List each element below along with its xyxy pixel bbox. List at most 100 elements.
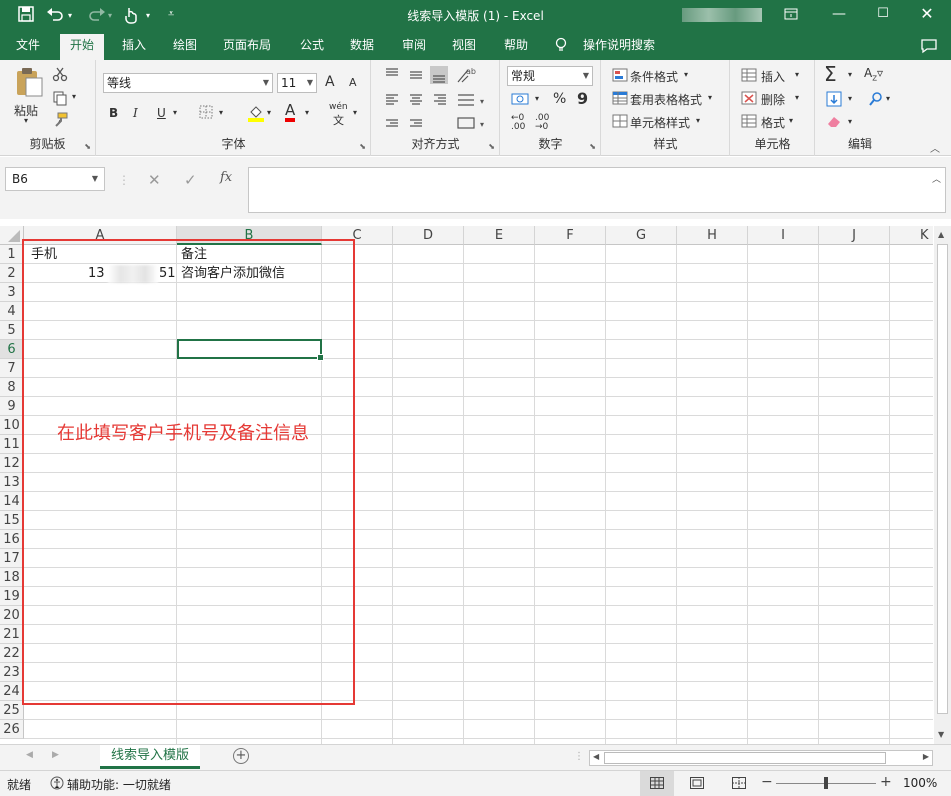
normal-view-icon[interactable]: [640, 771, 674, 796]
user-name-blurred[interactable]: [682, 8, 762, 22]
underline-button[interactable]: U: [157, 106, 166, 120]
undo-icon[interactable]: [46, 6, 64, 22]
lightbulb-icon[interactable]: [555, 37, 567, 53]
row-header[interactable]: 13: [0, 473, 24, 492]
accounting-dropdown-icon[interactable]: ▾: [535, 94, 539, 103]
row-header[interactable]: 12: [0, 454, 24, 473]
row-header[interactable]: 8: [0, 378, 24, 397]
percent-button[interactable]: %: [553, 91, 566, 107]
tab-insert[interactable]: 插入: [118, 36, 150, 60]
touch-dropdown-icon[interactable]: ▾: [146, 11, 150, 20]
row-header[interactable]: 23: [0, 663, 24, 682]
scroll-left-icon[interactable]: ◀: [593, 752, 599, 761]
status-accessibility[interactable]: 辅助功能: 一切就绪: [67, 776, 171, 793]
redo-icon[interactable]: [88, 6, 106, 22]
enter-icon[interactable]: ✓: [184, 171, 197, 189]
formula-input[interactable]: ︿: [248, 167, 946, 213]
row-header[interactable]: 26: [0, 720, 24, 739]
accounting-format-icon[interactable]: [511, 91, 531, 107]
tab-review[interactable]: 审阅: [398, 36, 430, 60]
customize-qat-icon[interactable]: ⩡: [168, 7, 174, 21]
row-header[interactable]: 6: [0, 340, 24, 359]
cancel-icon[interactable]: ✕: [148, 171, 161, 189]
tab-help[interactable]: 帮助: [500, 36, 532, 60]
find-dropdown-icon[interactable]: ▾: [886, 94, 890, 103]
find-select-icon[interactable]: [868, 91, 884, 107]
phonetic-button[interactable]: wén: [329, 102, 348, 112]
row-header[interactable]: 20: [0, 606, 24, 625]
cell-styles-button[interactable]: 单元格样式: [630, 114, 690, 131]
tab-draw[interactable]: 绘图: [169, 36, 201, 60]
cut-icon[interactable]: [52, 66, 68, 82]
italic-button[interactable]: I: [133, 106, 138, 120]
grow-font-button[interactable]: A: [325, 74, 335, 90]
font-name-select[interactable]: 等线 ▼: [103, 73, 273, 93]
row-header[interactable]: 19: [0, 587, 24, 606]
shrink-font-button[interactable]: A: [349, 76, 357, 89]
row-header[interactable]: 18: [0, 568, 24, 587]
row-header[interactable]: 11: [0, 435, 24, 454]
underline-dropdown-icon[interactable]: ▾: [173, 108, 177, 117]
column-header-h[interactable]: H: [677, 226, 748, 245]
copy-dropdown-icon[interactable]: ▾: [72, 92, 76, 101]
zoom-out-icon[interactable]: −: [761, 774, 773, 790]
column-header-i[interactable]: I: [748, 226, 819, 245]
prev-sheet-icon[interactable]: ◀: [26, 750, 33, 760]
row-header[interactable]: 17: [0, 549, 24, 568]
row-header[interactable]: 14: [0, 492, 24, 511]
name-box[interactable]: B6 ▼: [5, 167, 105, 191]
sort-filter-icon[interactable]: AZ▿: [864, 66, 883, 82]
insert-function-icon[interactable]: fx: [220, 170, 232, 185]
phonetic-dropdown-icon[interactable]: ▾: [353, 108, 357, 117]
autosum-dropdown-icon[interactable]: ▾: [848, 70, 852, 79]
redo-dropdown-icon[interactable]: ▾: [108, 11, 112, 20]
scroll-down-icon[interactable]: ▼: [938, 730, 944, 739]
borders-icon[interactable]: [199, 105, 213, 119]
row-header[interactable]: 1: [0, 245, 24, 264]
next-sheet-icon[interactable]: ▶: [52, 750, 59, 760]
collapse-ribbon-icon[interactable]: ︿: [930, 140, 940, 155]
row-header[interactable]: 15: [0, 511, 24, 530]
column-header-f[interactable]: F: [535, 226, 606, 245]
zoom-level[interactable]: 100%: [903, 776, 937, 790]
insert-cells-button[interactable]: 插入: [761, 68, 785, 85]
scroll-up-icon[interactable]: ▲: [938, 230, 944, 239]
format-as-table-button[interactable]: 套用表格格式: [630, 91, 702, 108]
fill-icon[interactable]: [826, 91, 842, 107]
format-painter-icon[interactable]: [52, 112, 68, 128]
row-header[interactable]: 21: [0, 625, 24, 644]
delete-cells-button[interactable]: 删除: [761, 91, 785, 108]
column-header-j[interactable]: J: [819, 226, 890, 245]
row-header[interactable]: 24: [0, 682, 24, 701]
paste-dropdown-icon[interactable]: ▾: [24, 116, 28, 125]
expand-formula-icon[interactable]: ︿: [932, 172, 941, 185]
sheet-tab-active[interactable]: 线索导入模版: [100, 745, 200, 769]
number-launcher-icon[interactable]: ⬊: [589, 142, 596, 151]
borders-dropdown-icon[interactable]: ▾: [219, 108, 223, 117]
copy-icon[interactable]: [52, 90, 68, 106]
alignment-launcher-icon[interactable]: ⬊: [488, 142, 495, 151]
select-all-corner[interactable]: [0, 226, 24, 245]
column-header-k[interactable]: K: [890, 226, 933, 245]
page-break-view-icon[interactable]: [732, 777, 746, 789]
row-header[interactable]: 2: [0, 264, 24, 283]
zoom-slider-thumb[interactable]: [824, 777, 828, 789]
row-header[interactable]: 22: [0, 644, 24, 663]
add-sheet-icon[interactable]: +: [233, 748, 249, 764]
tab-data[interactable]: 数据: [346, 36, 378, 60]
vertical-scroll-thumb[interactable]: [937, 244, 948, 714]
tab-formulas[interactable]: 公式: [296, 36, 328, 60]
tab-page-layout[interactable]: 页面布局: [219, 36, 275, 60]
undo-dropdown-icon[interactable]: ▾: [68, 11, 72, 20]
close-icon[interactable]: ✕: [914, 4, 940, 24]
zoom-in-icon[interactable]: +: [880, 774, 892, 790]
ribbon-display-icon[interactable]: [778, 4, 804, 24]
conditional-format-button[interactable]: 条件格式: [630, 68, 678, 85]
row-header[interactable]: 3: [0, 283, 24, 302]
selected-cell-b6[interactable]: [177, 339, 324, 361]
number-format-select[interactable]: 常规 ▼: [507, 66, 593, 86]
font-color-button[interactable]: A: [285, 103, 296, 122]
font-color-dropdown-icon[interactable]: ▾: [305, 108, 309, 117]
row-header[interactable]: 7: [0, 359, 24, 378]
fill-dropdown-icon[interactable]: ▾: [267, 108, 271, 117]
